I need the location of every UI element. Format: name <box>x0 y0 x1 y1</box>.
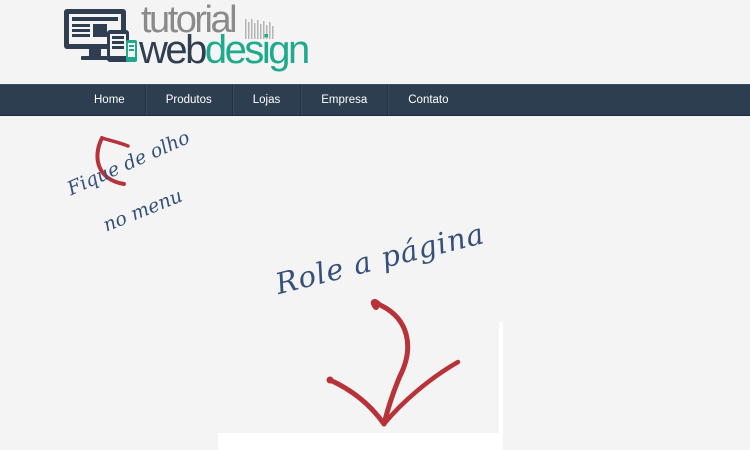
nav-item-produtos[interactable]: Produtos <box>146 85 233 115</box>
scroll-hint: Role a página <box>272 216 488 301</box>
devices-icon <box>64 9 137 62</box>
curved-arrow-down-icon <box>326 298 461 427</box>
page: tutorial webdesign Home Produtos Lojas E… <box>0 0 750 450</box>
nav-item-contato[interactable]: Contato <box>388 85 468 115</box>
nav-item-home[interactable]: Home <box>74 85 146 115</box>
site-header: tutorial webdesign <box>0 0 750 84</box>
content-panel <box>218 433 503 450</box>
menu-hint-line2: no menu <box>100 184 186 237</box>
logo-text-design: design <box>204 28 310 72</box>
main-nav: Home Produtos Lojas Empresa Contato <box>0 84 750 116</box>
nav-item-empresa[interactable]: Empresa <box>301 85 389 115</box>
logo-text-webdesign: webdesign <box>139 28 310 72</box>
logo-text-web: web <box>139 28 207 72</box>
content-panel-edge <box>499 322 503 434</box>
nav-item-lojas[interactable]: Lojas <box>233 85 302 115</box>
site-logo[interactable]: tutorial webdesign <box>63 1 310 72</box>
